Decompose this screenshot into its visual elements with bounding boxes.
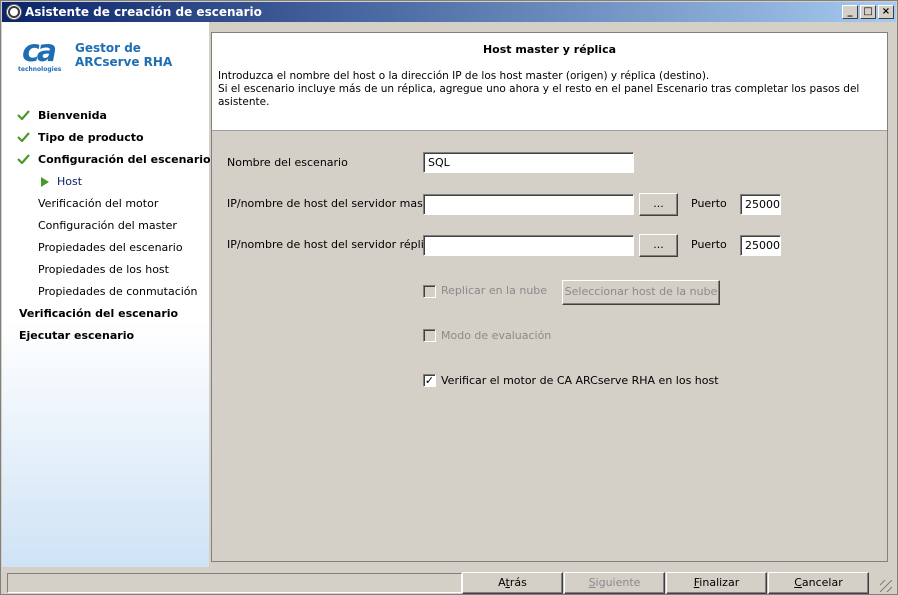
next-key: S bbox=[588, 576, 596, 589]
finish-key: F bbox=[693, 576, 700, 589]
page-description: Introduzca el nombre del host o la direc… bbox=[218, 70, 887, 109]
cancel-button[interactable]: Cancelar bbox=[768, 572, 869, 594]
checkmark-icon bbox=[17, 110, 30, 120]
evaluation-mode-checkbox[interactable] bbox=[423, 329, 436, 342]
step-verificacion-motor: Verificación del motor bbox=[2, 193, 209, 215]
checkmark-icon bbox=[17, 154, 30, 164]
finish-button[interactable]: Finalizar bbox=[666, 572, 767, 594]
next-button[interactable]: Siguiente bbox=[564, 572, 665, 594]
master-port-label: Puerto bbox=[691, 197, 727, 210]
description-line-1: Introduzca el nombre del host o la direc… bbox=[218, 70, 710, 82]
master-browse-button[interactable]: ... bbox=[639, 193, 678, 216]
verify-engine-label: Verificar el motor de CA ARCserve RHA en… bbox=[441, 374, 719, 387]
evaluation-mode-label: Modo de evaluación bbox=[441, 329, 552, 342]
master-port-input[interactable]: 25000 bbox=[740, 194, 781, 215]
cloud-replication-label: Replicar en la nube bbox=[441, 284, 548, 297]
page-header: Host master y réplica Introduzca el nomb… bbox=[212, 33, 887, 131]
product-line-1: Gestor de bbox=[75, 41, 141, 55]
step-label: Bienvenida bbox=[38, 109, 107, 122]
cloud-replication-checkbox[interactable] bbox=[423, 285, 436, 298]
wizard-steps: Bienvenida Tipo de producto Configuració… bbox=[2, 105, 211, 347]
step-ejecutar-escenario: Ejecutar escenario bbox=[2, 325, 209, 347]
step-label: Ejecutar escenario bbox=[19, 329, 135, 342]
replica-host-input[interactable] bbox=[423, 235, 634, 256]
step-label: Verificación del escenario bbox=[19, 307, 179, 320]
ca-logo: ca technologies bbox=[18, 34, 70, 78]
master-host-label: IP/nombre de host del servidor master bbox=[227, 197, 439, 210]
cancel-key: C bbox=[794, 576, 802, 589]
step-host: Host bbox=[2, 171, 209, 193]
verify-engine-checkbox[interactable]: ✓ bbox=[423, 374, 436, 387]
wizard-sidebar: ca technologies Gestor de ARCserve RHA B… bbox=[2, 22, 211, 567]
close-button[interactable]: × bbox=[878, 5, 894, 19]
step-label: Tipo de producto bbox=[38, 131, 144, 144]
current-step-arrow-icon bbox=[41, 177, 49, 187]
description-line-2: Si el escenario incluye más de un réplic… bbox=[218, 83, 860, 108]
bottom-bar: Atrás Siguiente Finalizar Cancelar bbox=[2, 571, 896, 595]
resize-grip-icon[interactable] bbox=[880, 580, 892, 592]
logo-text: ca bbox=[22, 34, 57, 69]
master-host-input[interactable] bbox=[423, 194, 634, 215]
step-propiedades-host: Propiedades de los host bbox=[2, 259, 209, 281]
step-label: Configuración del escenario bbox=[38, 153, 211, 166]
scenario-name-input[interactable]: SQL bbox=[423, 152, 634, 173]
step-label: Propiedades de los host bbox=[38, 263, 169, 276]
window-title: Asistente de creación de escenario bbox=[25, 5, 262, 19]
step-label: Verificación del motor bbox=[38, 197, 159, 210]
wizard-window: Asistente de creación de escenario _ □ ×… bbox=[0, 0, 898, 595]
status-field bbox=[7, 573, 462, 593]
step-bienvenida: Bienvenida bbox=[2, 105, 209, 127]
step-label: Configuración del master bbox=[38, 219, 177, 232]
step-label: Host bbox=[57, 175, 83, 188]
product-line-2: ARCserve RHA bbox=[75, 55, 173, 69]
logo-subtext: technologies bbox=[18, 66, 62, 73]
replica-host-label: IP/nombre de host del servidor réplica bbox=[227, 238, 437, 251]
step-propiedades-escenario: Propiedades del escenario bbox=[2, 237, 209, 259]
product-name: Gestor de ARCserve RHA bbox=[75, 41, 172, 69]
replica-browse-button[interactable]: ... bbox=[639, 234, 678, 257]
page-title: Host master y réplica bbox=[482, 43, 617, 56]
step-propiedades-conmutacion: Propiedades de conmutación bbox=[2, 281, 209, 303]
content-panel: Host master y réplica Introduzca el nomb… bbox=[211, 32, 888, 562]
step-tipo-producto: Tipo de producto bbox=[2, 127, 209, 149]
app-icon bbox=[6, 4, 22, 20]
step-label: Propiedades de conmutación bbox=[38, 285, 198, 298]
step-verificacion-escenario: Verificación del escenario bbox=[2, 303, 209, 325]
replica-port-label: Puerto bbox=[691, 238, 727, 251]
step-configuracion-escenario: Configuración del escenario bbox=[2, 149, 211, 171]
back-button[interactable]: Atrás bbox=[462, 572, 563, 594]
minimize-button[interactable]: _ bbox=[842, 5, 858, 19]
maximize-button[interactable]: □ bbox=[860, 5, 876, 19]
step-label: Propiedades del escenario bbox=[38, 241, 183, 254]
scenario-name-label: Nombre del escenario bbox=[227, 156, 348, 169]
step-configuracion-master: Configuración del master bbox=[2, 215, 209, 237]
back-key: t bbox=[505, 576, 510, 589]
checkmark-icon bbox=[17, 132, 30, 142]
select-cloud-host-button[interactable]: Seleccionar host de la nube bbox=[562, 280, 720, 305]
replica-port-input[interactable]: 25000 bbox=[740, 235, 781, 256]
title-bar[interactable]: Asistente de creación de escenario _ □ × bbox=[2, 2, 896, 22]
